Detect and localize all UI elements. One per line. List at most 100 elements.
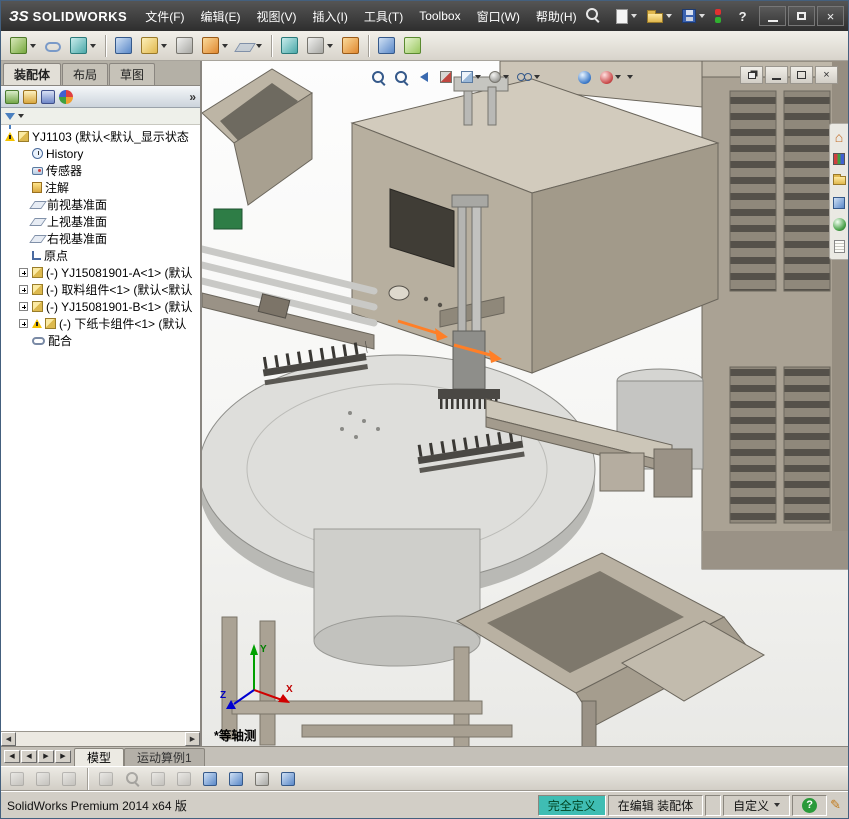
assembly-3d-model[interactable]	[202, 61, 848, 746]
appearances-button[interactable]	[831, 216, 848, 233]
chevron-down-icon[interactable]	[90, 43, 96, 48]
tree-item-history[interactable]: History	[3, 145, 200, 162]
tree-item-origin[interactable]: 原点	[3, 247, 200, 264]
tree-item-right-plane[interactable]: 右视基准面	[3, 230, 200, 247]
chevron-down-icon[interactable]	[698, 14, 705, 18]
chevron-down-icon[interactable]	[627, 75, 633, 79]
chevron-down-icon[interactable]	[30, 43, 36, 48]
chevron-down-icon[interactable]	[774, 803, 781, 807]
chevron-down-icon[interactable]	[503, 75, 509, 79]
tab-motion-study[interactable]: 运动算例1	[124, 748, 205, 766]
configuration-manager-tab-icon[interactable]	[41, 89, 55, 104]
doc-close-button[interactable]: ×	[815, 66, 838, 84]
chevron-down-icon[interactable]	[665, 14, 672, 18]
status-help-segment[interactable]: ?	[792, 794, 828, 816]
mate-button[interactable]	[41, 33, 65, 59]
design-tree-tab-icon[interactable]	[5, 89, 19, 104]
previous-view-button[interactable]	[414, 67, 434, 87]
close-button[interactable]: ×	[817, 6, 844, 26]
menu-item-view[interactable]: 视图(V)	[249, 1, 305, 31]
menu-item-edit[interactable]: 编辑(E)	[193, 1, 249, 31]
tab-next-icon[interactable]: ▶	[38, 750, 54, 763]
doc-minimize-button[interactable]	[765, 66, 788, 84]
insert-components-button[interactable]	[6, 33, 40, 59]
doc-maximize-button[interactable]	[790, 66, 813, 84]
tab-last-icon[interactable]: ▶	[55, 750, 71, 763]
property-manager-tab-icon[interactable]	[23, 89, 37, 104]
zoom-fit-button[interactable]	[368, 67, 389, 87]
chevron-down-icon[interactable]	[630, 14, 637, 18]
linear-component-pattern-button[interactable]	[66, 33, 100, 59]
explode-line-sketch-button[interactable]	[374, 33, 399, 59]
display-pane-button[interactable]	[224, 768, 248, 789]
file-explorer-button[interactable]	[831, 172, 848, 189]
display-style-button[interactable]	[486, 67, 512, 87]
edit-appearance-button[interactable]	[574, 67, 594, 87]
interference-detection-button[interactable]	[400, 33, 425, 59]
bill-of-materials-button[interactable]	[303, 33, 337, 59]
new-document-button[interactable]	[612, 5, 641, 27]
save-button[interactable]	[678, 5, 709, 27]
tree-item-annotations[interactable]: 注解	[3, 179, 200, 196]
design-library-button[interactable]	[831, 150, 848, 167]
overflow-chevron-icon[interactable]: »	[189, 90, 196, 104]
scroll-left-icon[interactable]: ◀	[1, 732, 16, 746]
view-palette-button[interactable]	[831, 194, 848, 211]
exploded-view-button[interactable]	[338, 33, 363, 59]
zoom-area-button[interactable]	[391, 67, 412, 87]
status-custom[interactable]: 自定义	[723, 794, 791, 816]
graphics-viewport[interactable]: × ⌂ Y X Z *等轴测	[202, 61, 848, 746]
apply-scene-button[interactable]	[597, 67, 624, 87]
connection-status-icon[interactable]	[711, 9, 725, 23]
expand-icon[interactable]	[19, 319, 28, 328]
status-edit-pencil-icon[interactable]: ✎	[830, 797, 841, 813]
window-layout-button[interactable]	[198, 768, 222, 789]
tab-sketch[interactable]: 草图	[109, 63, 156, 85]
new-motion-study-button[interactable]	[277, 33, 302, 59]
status-help-icon[interactable]: ?	[802, 797, 818, 813]
show-hidden-components-button[interactable]	[172, 33, 197, 59]
tab-model[interactable]: 模型	[74, 748, 125, 766]
doc-restore-button[interactable]	[740, 66, 763, 84]
tree-item-component-pickup[interactable]: (-) 取料组件<1> (默认<默认	[3, 281, 200, 298]
dimxpert-manager-tab-icon[interactable]	[59, 89, 73, 104]
maximize-button[interactable]	[788, 6, 815, 26]
grid-view-button[interactable]	[276, 768, 300, 789]
menu-item-file[interactable]: 文件(F)	[137, 1, 192, 31]
tree-item-mates[interactable]: 配合	[3, 332, 200, 349]
section-view-button[interactable]	[436, 67, 456, 87]
split-window-button[interactable]	[250, 768, 274, 789]
expand-icon[interactable]	[19, 285, 28, 294]
tab-prev-icon[interactable]: ◀	[21, 750, 37, 763]
chevron-down-icon[interactable]	[615, 75, 621, 79]
search-icon[interactable]	[585, 7, 600, 25]
assembly-features-button[interactable]	[198, 33, 232, 59]
move-component-button[interactable]	[137, 33, 171, 59]
scroll-right-icon[interactable]: ▶	[185, 732, 200, 746]
help-icon[interactable]: ?	[731, 9, 755, 24]
reference-geometry-button[interactable]	[233, 33, 266, 59]
tab-first-icon[interactable]: ◀	[4, 750, 20, 763]
menu-item-help[interactable]: 帮助(H)	[528, 1, 585, 31]
menu-item-window[interactable]: 窗口(W)	[469, 1, 528, 31]
open-button[interactable]	[643, 5, 676, 27]
resources-button[interactable]: ⌂	[831, 128, 848, 145]
tree-item-component-a[interactable]: (-) YJ15081901-A<1> (默认	[3, 264, 200, 281]
menu-item-insert[interactable]: 插入(I)	[305, 1, 356, 31]
hide-show-items-button[interactable]	[514, 67, 543, 87]
panel-horizontal-scrollbar[interactable]: ◀ ▶	[1, 731, 200, 746]
tree-item-root[interactable]: YJ1103 (默认<默认_显示状态	[3, 128, 200, 145]
chevron-down-icon[interactable]	[222, 43, 228, 48]
minimize-button[interactable]	[759, 6, 786, 26]
chevron-down-icon[interactable]	[18, 114, 24, 118]
custom-properties-button[interactable]	[831, 238, 848, 255]
menu-item-tools[interactable]: 工具(T)	[356, 1, 411, 31]
view-orientation-button[interactable]	[458, 67, 484, 87]
chevron-down-icon[interactable]	[475, 75, 481, 79]
scrollbar-track[interactable]	[16, 732, 185, 746]
chevron-down-icon[interactable]	[327, 43, 333, 48]
tree-item-front-plane[interactable]: 前视基准面	[3, 196, 200, 213]
filter-funnel-icon[interactable]	[5, 112, 15, 129]
tab-assembly[interactable]: 装配体	[3, 63, 62, 85]
chevron-down-icon[interactable]	[256, 43, 262, 48]
